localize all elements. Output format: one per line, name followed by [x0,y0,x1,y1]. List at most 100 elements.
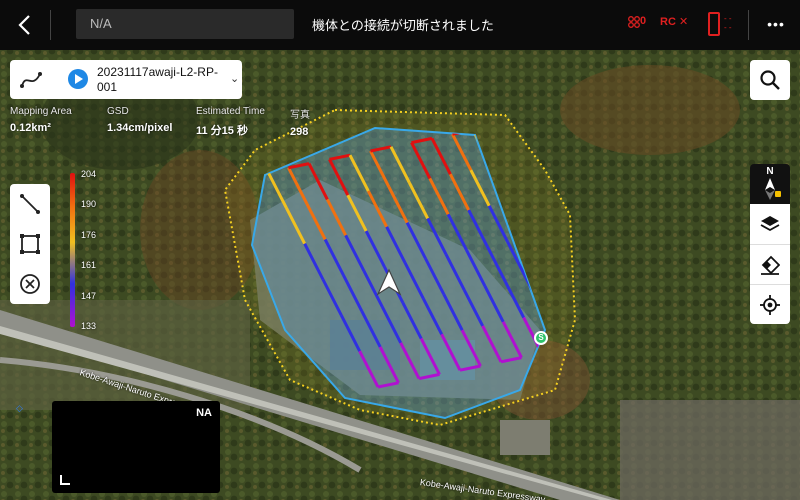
chevron-down-icon[interactable]: ⌄ [230,72,239,85]
flight-line-segment [426,217,448,255]
flight-line-segment [451,133,473,171]
compass-north-label: N [766,166,774,177]
back-button[interactable] [10,10,40,40]
stat-value: 0.12km² [10,122,51,134]
flight-line-connector [377,381,399,389]
flight-line-connector [452,128,474,136]
clear-button[interactable] [10,264,50,304]
camera-preview[interactable]: NA [52,401,220,493]
flight-line-connector [459,364,481,372]
edit-toolbar [10,184,50,304]
locate-icon [760,295,780,315]
flight-line-segment [460,329,482,367]
start-point-marker[interactable]: S [534,331,548,345]
flight-line-connector [370,145,392,153]
flight-line-segment [364,230,386,268]
flight-line-segment [303,242,325,281]
flight-line-segment [346,194,368,232]
flight-line-segment [305,202,327,241]
play-mission-button[interactable] [68,69,88,89]
flight-line-segment [380,306,403,344]
flight-line-segment [567,269,585,305]
flight-line-segment [342,274,364,312]
layers-button[interactable] [750,204,790,244]
flight-line-segment [399,342,421,380]
battery-icon[interactable] [708,12,720,36]
mission-stats: Mapping Area 0.12km² GSD 1.34cm/pixel Es… [10,106,322,144]
draw-polygon-button[interactable] [10,224,50,264]
flight-line-segment [424,257,446,296]
flight-line-segment [508,200,530,239]
flight-line-segment [287,167,309,205]
flight-line-segment [421,297,444,336]
flight-line-segment [369,150,391,188]
flight-line-segment [487,205,509,243]
flight-line-segment [506,241,528,279]
flight-line-segment [403,262,425,300]
flight-line-segment [321,278,343,317]
stat-label: GSD [107,106,129,117]
flight-line-segment [325,198,348,236]
stat-mapping-area: Mapping Area 0.12km² [10,106,72,134]
flight-line-segment [430,137,452,175]
mission-selector[interactable]: 20231117awaji-L2-RP-001 ⌄ [10,60,242,99]
legend-label: 176 [81,230,97,240]
polygon-icon [20,234,40,254]
flight-line-connector [500,356,522,364]
divider [50,10,51,40]
flight-line-segment [366,190,389,228]
flight-line-segment [389,146,411,184]
flight-line-segment [358,350,380,388]
flight-line-segment [462,289,485,327]
flight-line-segment [489,165,512,203]
flight-line-segment [428,177,450,215]
legend-label: 161 [81,260,97,270]
battery-level: - - - - [724,14,732,32]
locate-button[interactable] [750,284,790,324]
search-icon [760,70,780,90]
flight-line-segment [339,314,362,352]
flight-line-segment [405,221,427,260]
layers-icon [760,216,780,232]
flight-line-segment [387,186,409,224]
flight-line-connector [418,372,440,381]
flight-line-segment [510,160,532,199]
legend-label: 204 [81,169,97,179]
drone-icon [628,16,640,28]
flight-line-segment [378,346,400,384]
flight-line-segment [528,196,545,234]
flight-line-segment [344,234,366,272]
stat-estimated-time: Estimated Time 11 分15 秒 [196,106,265,138]
legend-label: 133 [81,321,97,331]
draw-line-button[interactable] [10,184,50,224]
flight-line-connector [583,341,604,345]
more-menu-button[interactable]: ••• [764,12,788,36]
flight-line-segment [407,181,430,220]
flight-line-segment [585,305,603,341]
line-icon [20,194,40,214]
flight-line-segment [526,236,545,275]
flight-line-connector [288,162,310,170]
compass-icon [765,178,781,200]
search-button[interactable] [750,60,790,100]
flight-line-segment [328,158,350,196]
mission-name: 20231117awaji-L2-RP-001 [97,65,218,94]
altitude-legend-bar [70,173,75,327]
stat-value: 298 [290,126,309,138]
eraser-button[interactable] [750,244,790,284]
mission-title-field[interactable]: N/A [76,9,294,39]
flight-line-segment [481,325,503,363]
rc-status[interactable]: RC ✕ [660,15,688,28]
preview-status: NA [196,407,212,419]
flight-line-segment [471,129,493,167]
expand-preview-icon[interactable] [60,475,70,485]
connection-status-message: 機体との接続が切断されました [312,18,494,33]
flight-line-segment [360,310,382,348]
flight-line-segment [467,209,489,247]
flight-line-segment [442,293,464,331]
stat-photos: 写真 298 [290,106,310,138]
drone-status[interactable]: 0 [640,15,646,27]
compass-lock-button[interactable]: N [750,164,790,204]
mission-route-icon [20,72,42,88]
stat-gsd: GSD 1.34cm/pixel [107,106,172,134]
